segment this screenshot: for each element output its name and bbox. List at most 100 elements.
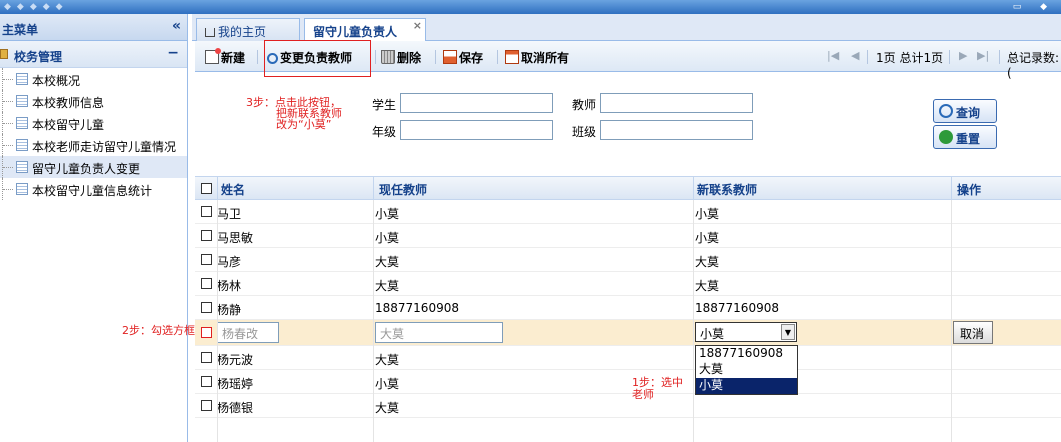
delete-button-label: 删除	[397, 51, 422, 65]
new-button[interactable]: 新建	[205, 48, 245, 65]
toolbar-separator	[257, 50, 258, 64]
grid-header: 姓名 现任教师 新联系教师 操作	[195, 176, 1061, 201]
next-page-icon[interactable]: ▶	[959, 49, 967, 62]
edit-current-teacher-input[interactable]: 大莫	[375, 322, 503, 343]
edit-name-input[interactable]: 杨春改	[217, 322, 279, 343]
dropdown-option-selected[interactable]: 小莫	[696, 378, 797, 394]
top-strip-left-glyphs: ◆◆◆◆◆	[4, 2, 69, 12]
tab-left-behind-responsible[interactable]: 留守儿童负责人 ×	[304, 18, 426, 42]
last-page-icon[interactable]: ▶|	[977, 49, 989, 62]
table-row-editing[interactable]: 杨春改 大莫 小莫 ▼ 取消	[195, 320, 1061, 346]
query-button[interactable]: 查询	[933, 99, 997, 123]
row-checkbox[interactable]	[201, 327, 212, 338]
cell-name: 马彦	[217, 255, 242, 269]
table-icon	[16, 161, 28, 173]
class-label: 班级	[572, 125, 597, 139]
top-strip-right-glyphs[interactable]: ▭ ◆	[1013, 2, 1055, 12]
cell-current-teacher: 大莫	[375, 279, 400, 293]
row-checkbox[interactable]	[201, 302, 212, 313]
table-icon	[16, 73, 28, 85]
column-header-actions[interactable]: 操作	[957, 181, 981, 198]
new-teacher-select[interactable]: 小莫 ▼	[695, 322, 797, 342]
tab-label: 留守儿童负责人	[313, 25, 398, 39]
delete-button[interactable]: 删除	[381, 49, 421, 65]
tab-home[interactable]: 我的主页	[196, 18, 300, 41]
cancel-all-button[interactable]: 取消所有	[505, 49, 569, 65]
dropdown-option[interactable]: 18877160908	[696, 346, 797, 362]
sidebar-item-statistics[interactable]: 本校留守儿童信息统计	[0, 178, 187, 200]
toolbar-separator	[497, 50, 498, 64]
table-row[interactable]: 马卫 小莫 小莫	[195, 200, 1061, 224]
toolbar-separator	[867, 50, 868, 64]
sidebar-title: 主菜单	[2, 23, 39, 37]
table-icon	[16, 183, 28, 195]
cell-name: 杨元波	[217, 353, 254, 367]
column-header-new-teacher[interactable]: 新联系教师	[697, 181, 757, 198]
annotation-step2: 2步：勾选方框	[122, 324, 195, 337]
new-teacher-dropdown-list[interactable]: 18877160908 大莫 小莫	[695, 345, 798, 395]
sidebar-item-teacher-visits[interactable]: 本校老师走访留守儿童情况	[0, 134, 187, 156]
chevron-down-icon[interactable]: ▼	[781, 324, 795, 340]
table-row[interactable]: 杨林 大莫 大莫	[195, 272, 1061, 296]
close-tab-icon[interactable]: ×	[413, 19, 422, 32]
teacher-input[interactable]	[600, 93, 753, 113]
table-row[interactable]: 杨德银 大莫	[195, 394, 1061, 418]
sidebar-group-school-affairs[interactable]: 校务管理 −	[0, 41, 187, 68]
row-checkbox[interactable]	[201, 206, 212, 217]
sidebar-item-label: 本校留守儿童	[32, 118, 105, 132]
column-divider	[951, 177, 952, 201]
annotation-step3-line3: 改为“小莫”	[276, 118, 332, 131]
class-input[interactable]	[600, 120, 753, 140]
column-header-current-teacher[interactable]: 现任教师	[379, 181, 427, 198]
table-icon	[16, 95, 28, 107]
row-checkbox[interactable]	[201, 254, 212, 265]
cancel-edit-button[interactable]: 取消	[953, 321, 993, 344]
save-button[interactable]: 保存	[443, 49, 483, 65]
table-row[interactable]: 马思敏 小莫 小莫	[195, 224, 1061, 248]
annotation-step1-line2: 老师	[632, 388, 654, 401]
grade-input[interactable]	[400, 120, 553, 140]
sidebar-item-change-responsible[interactable]: 留守儿童负责人变更	[0, 156, 187, 178]
table-row[interactable]: 杨瑶婷 小莫	[195, 370, 1061, 394]
column-divider	[373, 200, 374, 442]
student-input[interactable]	[400, 93, 553, 113]
new-document-icon	[205, 48, 221, 64]
table-row[interactable]: 杨元波 大莫	[195, 346, 1061, 370]
row-checkbox[interactable]	[201, 400, 212, 411]
cell-current-teacher: 大莫	[375, 401, 400, 415]
sidebar-item-left-behind-children[interactable]: 本校留守儿童	[0, 112, 187, 134]
save-icon	[443, 50, 457, 64]
first-page-icon[interactable]: |◀	[827, 49, 839, 62]
row-checkbox[interactable]	[201, 278, 212, 289]
row-checkbox[interactable]	[201, 352, 212, 363]
collapse-group-icon[interactable]: −	[167, 45, 179, 61]
row-checkbox[interactable]	[201, 376, 212, 387]
column-header-name[interactable]: 姓名	[221, 181, 245, 198]
table-icon	[16, 117, 28, 129]
column-divider	[693, 200, 694, 442]
table-row[interactable]: 杨静 18877160908 18877160908	[195, 296, 1061, 320]
tree-line	[2, 90, 14, 112]
sidebar-item-teacher-info[interactable]: 本校教师信息	[0, 90, 187, 112]
cell-name: 马卫	[217, 207, 242, 221]
select-all-checkbox[interactable]	[201, 183, 212, 194]
new-teacher-select-value: 小莫	[700, 327, 725, 341]
cell-current-teacher: 大莫	[375, 255, 400, 269]
reset-button[interactable]: 重置	[933, 125, 997, 149]
sidebar-item-school-overview[interactable]: 本校概况	[0, 68, 187, 90]
tree-line	[2, 134, 14, 156]
cell-name: 杨瑶婷	[217, 377, 254, 391]
column-divider	[217, 177, 218, 201]
row-checkbox[interactable]	[201, 230, 212, 241]
dropdown-option[interactable]: 大莫	[696, 362, 797, 378]
sidebar-item-label: 本校老师走访留守儿童情况	[32, 140, 177, 154]
prev-page-icon[interactable]: ◀	[851, 49, 859, 62]
collapse-sidebar-icon[interactable]: «	[172, 18, 181, 34]
toolbar-separator	[435, 50, 436, 64]
cell-name: 杨静	[217, 303, 242, 317]
folder-icon	[0, 49, 8, 59]
cell-current-teacher: 18877160908	[375, 301, 459, 315]
trash-icon	[381, 50, 395, 64]
toolbar-separator	[999, 50, 1000, 64]
table-row[interactable]: 马彦 大莫 大莫	[195, 248, 1061, 272]
